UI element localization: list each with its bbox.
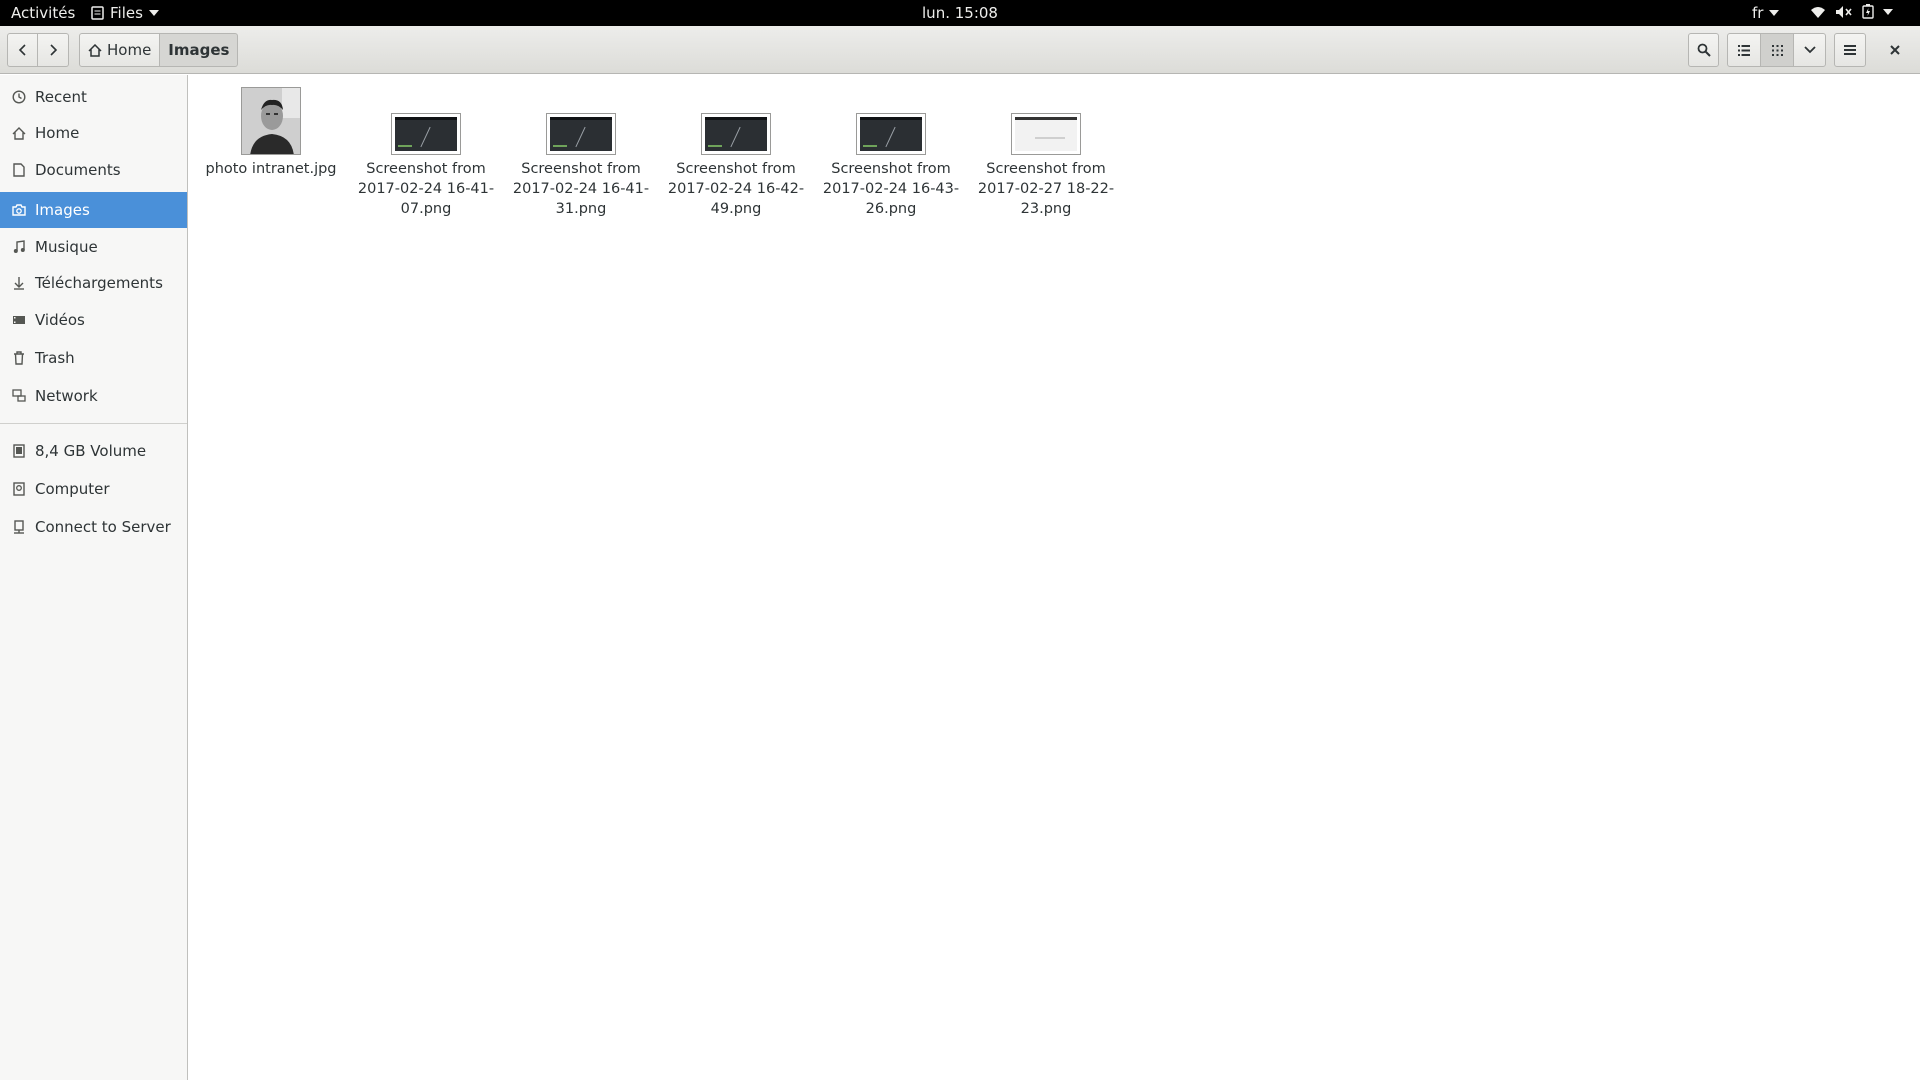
sidebar-item-home[interactable]: Home xyxy=(0,115,187,151)
sidebar-item-label: Téléchargements xyxy=(35,274,163,292)
sidebar-item-videos[interactable]: Vidéos xyxy=(0,302,187,338)
breadcrumb: Home Images xyxy=(79,33,239,67)
download-icon xyxy=(12,276,26,290)
file-item[interactable]: Screenshot from 2017-02-27 18-22-23.png xyxy=(971,83,1121,219)
activities-button[interactable]: Activités xyxy=(11,4,75,22)
trash-icon xyxy=(12,351,26,365)
forward-button[interactable] xyxy=(38,33,69,67)
sidebar-item-music[interactable]: Musique xyxy=(0,229,187,265)
screenshot-thumbnail xyxy=(391,113,461,155)
breadcrumb-home[interactable]: Home xyxy=(79,33,161,67)
file-name: Screenshot from 2017-02-24 16-43-26.png xyxy=(822,161,960,217)
search-button[interactable] xyxy=(1688,33,1719,67)
sidebar-item-network[interactable]: Network xyxy=(0,378,187,414)
sidebar-item-label: Recent xyxy=(35,88,87,106)
file-item[interactable]: Screenshot from 2017-02-24 16-42-49.png xyxy=(661,83,811,219)
file-item[interactable]: Screenshot from 2017-02-24 16-43-26.png xyxy=(816,83,966,219)
sidebar-item-connect-to-server[interactable]: Connect to Server xyxy=(0,509,187,545)
sidebar-item-volume[interactable]: 8,4 GB Volume xyxy=(0,433,187,469)
sidebar-item-recent[interactable]: Recent xyxy=(0,79,187,115)
sidebar: Recent Home Documents Images Musique Tél… xyxy=(0,75,188,1080)
sidebar-item-trash[interactable]: Trash xyxy=(0,340,187,376)
app-menu[interactable]: Files xyxy=(91,4,159,22)
file-name: photo intranet.jpg xyxy=(205,161,337,177)
file-item[interactable]: photo intranet.jpg xyxy=(196,83,346,179)
file-name: Screenshot from 2017-02-24 16-42-49.png xyxy=(667,161,805,217)
sidebar-item-computer[interactable]: Computer xyxy=(0,471,187,507)
chevron-down-icon xyxy=(1803,46,1816,54)
network-icon xyxy=(12,389,26,403)
music-icon xyxy=(12,240,26,254)
main-menu-button[interactable] xyxy=(1834,33,1866,67)
breadcrumb-home-label: Home xyxy=(107,41,152,59)
back-button[interactable] xyxy=(7,33,38,67)
chevron-down-icon xyxy=(1883,8,1893,15)
photo-thumbnail xyxy=(241,87,301,155)
clock-icon xyxy=(12,90,26,104)
view-options-button[interactable] xyxy=(1793,33,1826,67)
server-icon xyxy=(12,520,26,534)
sidebar-item-downloads[interactable]: Téléchargements xyxy=(0,265,187,301)
sidebar-item-label: Trash xyxy=(35,349,75,367)
sidebar-item-label: Home xyxy=(35,124,80,142)
top-bar: Activités Files lun. 15:08 fr xyxy=(0,0,1920,26)
language-menu[interactable]: fr xyxy=(1752,4,1780,22)
sidebar-item-label: Vidéos xyxy=(35,311,85,329)
chevron-right-icon xyxy=(50,44,58,56)
sidebar-item-label: Network xyxy=(35,387,98,405)
clock[interactable]: lun. 15:08 xyxy=(922,4,998,22)
close-button[interactable] xyxy=(1878,33,1912,67)
chevron-down-icon xyxy=(148,10,159,16)
app-menu-label: Files xyxy=(110,4,143,22)
chevron-left-icon xyxy=(18,44,26,56)
breadcrumb-images-label: Images xyxy=(168,41,230,59)
sidebar-item-label: Musique xyxy=(35,238,98,256)
list-view-icon xyxy=(1738,44,1750,56)
screenshot-thumbnail xyxy=(1011,113,1081,155)
document-icon xyxy=(12,163,26,177)
hamburger-menu-icon xyxy=(1844,45,1856,55)
volume-muted-icon xyxy=(1836,5,1852,18)
search-icon xyxy=(1697,43,1711,57)
drive-icon xyxy=(12,444,26,458)
close-icon xyxy=(1890,45,1900,55)
navigation-buttons xyxy=(7,33,69,67)
computer-icon xyxy=(12,482,26,496)
system-status-menu[interactable] xyxy=(1810,4,1893,19)
sidebar-item-images[interactable]: Images xyxy=(0,192,187,228)
sidebar-separator xyxy=(0,423,187,424)
language-label: fr xyxy=(1752,4,1764,22)
sidebar-item-label: Documents xyxy=(35,161,121,179)
files-app-icon xyxy=(91,6,104,20)
battery-icon xyxy=(1862,4,1874,19)
list-view-button[interactable] xyxy=(1727,33,1761,67)
wifi-icon xyxy=(1811,6,1825,18)
grid-view-icon xyxy=(1771,44,1783,56)
header-bar: Home Images xyxy=(0,26,1920,74)
sidebar-item-documents[interactable]: Documents xyxy=(0,152,187,188)
file-item[interactable]: Screenshot from 2017-02-24 16-41-07.png xyxy=(351,83,501,219)
camera-icon xyxy=(12,203,26,217)
file-name: Screenshot from 2017-02-27 18-22-23.png xyxy=(977,161,1115,217)
chevron-down-icon xyxy=(1769,10,1780,16)
home-icon xyxy=(12,126,26,140)
sidebar-item-label: Computer xyxy=(35,480,110,498)
screenshot-thumbnail xyxy=(546,113,616,155)
home-icon xyxy=(88,43,102,57)
file-item[interactable]: Screenshot from 2017-02-24 16-41-31.png xyxy=(506,83,656,219)
file-name: Screenshot from 2017-02-24 16-41-31.png xyxy=(512,161,650,217)
breadcrumb-images[interactable]: Images xyxy=(160,33,239,67)
video-icon xyxy=(12,313,26,327)
sidebar-item-label: 8,4 GB Volume xyxy=(35,442,147,460)
screenshot-thumbnail xyxy=(856,113,926,155)
grid-view-button[interactable] xyxy=(1760,33,1794,67)
file-name: Screenshot from 2017-02-24 16-41-07.png xyxy=(357,161,495,217)
screenshot-thumbnail xyxy=(701,113,771,155)
sidebar-item-label: Images xyxy=(35,201,90,219)
sidebar-item-label: Connect to Server xyxy=(35,518,171,536)
file-view[interactable]: photo intranet.jpg Screenshot from 2017-… xyxy=(189,75,1920,1080)
